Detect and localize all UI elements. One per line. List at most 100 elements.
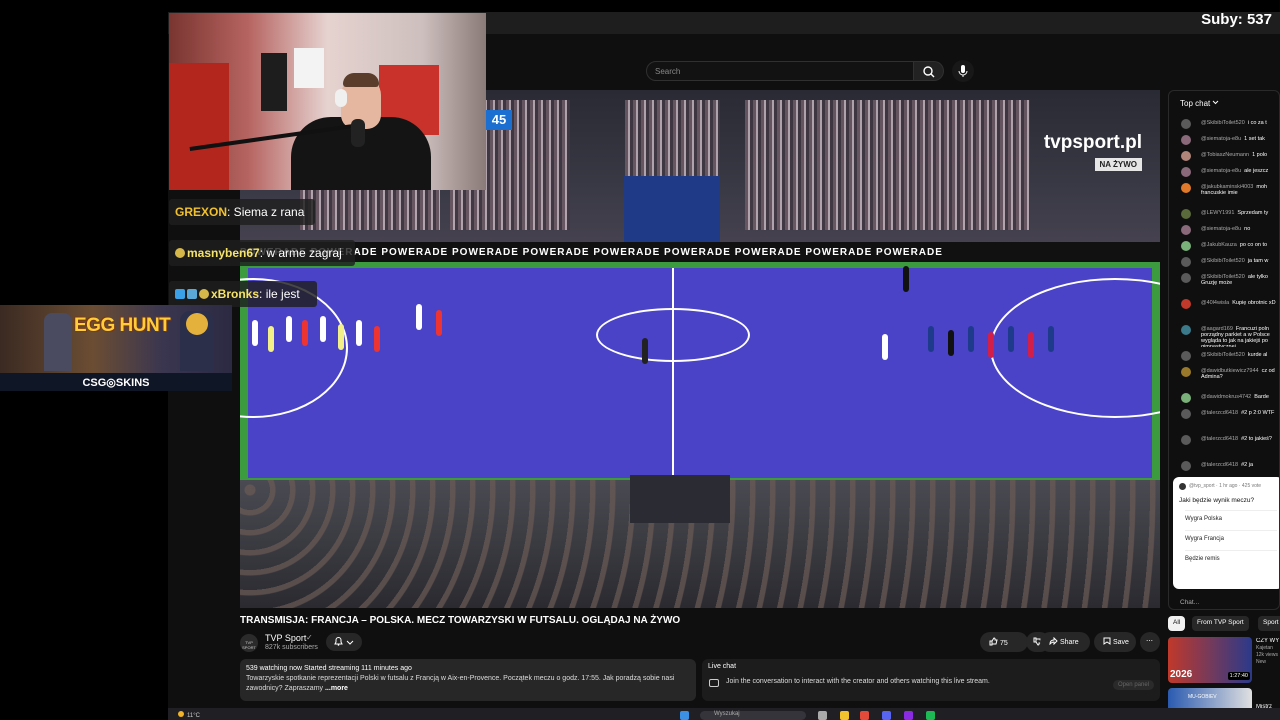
chat-text: i co za t — [1247, 120, 1267, 126]
file-explorer-icon[interactable] — [840, 711, 849, 720]
chat-message[interactable]: @aagard169 Francuzi poln porządny parkiet… — [1169, 321, 1279, 347]
player — [1008, 326, 1014, 352]
share-label: Share — [1059, 639, 1079, 646]
voice-search-button[interactable] — [952, 60, 974, 82]
save-button[interactable]: Save — [1094, 632, 1136, 652]
poll-option[interactable]: Będzie remis — [1185, 550, 1277, 570]
description-stats: 539 watching now Started streaming 111 m… — [246, 665, 412, 672]
webcam-chair — [169, 63, 229, 190]
description-text: Towarzyskie spotkanie reprezentacji Pols… — [246, 675, 675, 692]
recommendation-info[interactable]: CZY WY WIDZEW Kajetan 12k views New — [1256, 638, 1280, 666]
chat-message[interactable]: @SkibibiToilet520 ale tylko Gruzję może — [1169, 269, 1279, 295]
channel-name[interactable]: TVP Sport — [265, 633, 306, 643]
poll-avatar — [1179, 483, 1186, 490]
like-button[interactable]: 75 — [980, 632, 1028, 652]
video-title: TRANSMISJA: FRANCJA – POLSKA. MECZ TOWAR… — [240, 615, 681, 626]
chat-message[interactable]: @SkibibiToilet520 i co za t — [1169, 115, 1279, 131]
chat-avatar — [1181, 299, 1191, 309]
chat-message[interactable]: @dawidmokrus4742 Barde — [1169, 389, 1279, 405]
streamer-hair — [343, 73, 379, 87]
chat-message[interactable]: @SkibibiToilet520 ja tam w — [1169, 253, 1279, 269]
chat-avatar — [1181, 351, 1191, 361]
like-count: 75 — [999, 640, 1008, 647]
webcam-shelf — [294, 48, 324, 88]
show-more-link[interactable]: ...more — [325, 685, 348, 692]
player — [882, 334, 888, 360]
overlay-chat-user: masnyben67 — [187, 246, 260, 260]
chat-avatar — [1181, 367, 1191, 377]
obs-icon[interactable] — [904, 711, 913, 720]
chat-avatar — [1181, 225, 1191, 235]
chip-sport[interactable]: Sport — [1258, 616, 1280, 631]
player — [268, 326, 274, 352]
chevron-down-icon — [346, 640, 353, 645]
notification-bell-button[interactable] — [326, 633, 362, 651]
chat-message[interactable]: @siematoja-e8u ale jeszcz — [1169, 163, 1279, 179]
chat-message[interactable]: @JakubKauza po co on to — [1169, 237, 1279, 253]
chat-avatar — [1181, 209, 1191, 219]
chat-message[interactable]: @TobiaszNeumann 1 polo — [1169, 147, 1279, 163]
chip-from-channel[interactable]: From TVP Sport — [1192, 616, 1249, 631]
search-input[interactable]: Search — [646, 61, 914, 81]
save-label: Save — [1112, 639, 1129, 646]
chat-message[interactable]: @siematoja-e8u 1 set tak — [1169, 131, 1279, 147]
chat-text: #2 ja — [1241, 462, 1254, 468]
start-icon[interactable] — [680, 711, 689, 720]
discord-icon[interactable] — [882, 711, 891, 720]
chat-text: Kupię obrotnic xD — [1232, 300, 1276, 306]
player — [988, 332, 994, 358]
chat-avatar — [1181, 273, 1191, 283]
chat-message[interactable]: @talerzcd6418 #2 to jakieś? — [1169, 431, 1279, 457]
overlay-chat-text: : w arme zagraj — [259, 246, 342, 260]
recommendation-views: 12k views — [1256, 652, 1278, 658]
poll-option[interactable]: Wygra Polska — [1185, 510, 1277, 530]
chat-avatar — [1181, 119, 1191, 129]
live-chat-title: Live chat — [708, 663, 737, 670]
chat-message-list[interactable]: @SkibibiToilet520 i co za t @siematoja-e8u… — [1169, 115, 1279, 473]
chip-all[interactable]: All — [1168, 616, 1186, 631]
player — [968, 326, 974, 352]
sun-icon — [178, 711, 184, 717]
chat-message[interactable]: @jakubkaminski4003 moh francuskie imie — [1169, 179, 1279, 205]
chat-message[interactable]: @talerzcd6418 #2 ja — [1169, 457, 1279, 473]
task-view-icon[interactable] — [818, 711, 827, 720]
poll-option[interactable]: Wygra Francja — [1185, 530, 1277, 550]
search-icon — [923, 66, 935, 78]
more-actions-button[interactable]: ⋯ — [1140, 632, 1160, 652]
chat-message[interactable]: @SkibibiToilet520 kurde al — [1169, 347, 1279, 363]
chat-username: @siematoja-e8u — [1201, 136, 1242, 142]
chat-message[interactable]: @dawidbutkiewicz7944 cz od Admina? — [1169, 363, 1279, 389]
open-panel-button[interactable]: Open panel — [1112, 680, 1154, 690]
chat-username: @siematoja-e8u — [1201, 168, 1242, 174]
player — [320, 316, 326, 342]
stand-section — [880, 100, 1030, 230]
microphone — [351, 119, 365, 147]
channel-avatar[interactable]: TVP SPORT — [240, 634, 258, 652]
chat-message[interactable]: @40l4wisla Kupię obrotnic xD — [1169, 295, 1279, 321]
chat-username: @40l4wisla — [1201, 300, 1230, 306]
weather-widget[interactable]: 11°C — [178, 711, 200, 719]
taskbar-search[interactable]: Wyszukaj — [700, 711, 806, 720]
share-button[interactable]: Share — [1040, 632, 1090, 652]
video-description[interactable]: 539 watching now Started streaming 111 m… — [240, 659, 696, 701]
chat-text: Sprzedam ty — [1237, 210, 1269, 216]
spotify-icon[interactable] — [926, 711, 935, 720]
streamer-webcam — [169, 13, 486, 190]
player — [1048, 326, 1054, 352]
browser-icon[interactable] — [860, 711, 869, 720]
top-chat-dropdown[interactable]: Top chat — [1180, 99, 1219, 108]
chat-message[interactable]: @siematoja-e8u no — [1169, 221, 1279, 237]
chat-text: po co on to — [1239, 242, 1268, 248]
recommendation-thumbnail[interactable]: 2026 1:27:40 — [1168, 637, 1252, 683]
chat-input[interactable]: Chat... — [1180, 599, 1199, 606]
chat-message[interactable]: @talerzcd6418 #2 p 2:0 WTF — [1169, 405, 1279, 431]
chat-text: ale jeszcz — [1244, 168, 1269, 174]
headset-icon — [335, 89, 347, 107]
poll-card: @tvp_sport · 1 hr ago · 425 vote Jaki bę… — [1173, 477, 1279, 589]
player — [1028, 332, 1034, 358]
live-chat-panel: Top chat @SkibibiToilet520 i co za t @siem… — [1168, 90, 1280, 610]
search-button[interactable] — [914, 61, 944, 81]
save-icon — [1103, 637, 1111, 645]
chat-avatar — [1181, 393, 1191, 403]
chat-message[interactable]: @LEWY1991 Sprzedam ty — [1169, 205, 1279, 221]
